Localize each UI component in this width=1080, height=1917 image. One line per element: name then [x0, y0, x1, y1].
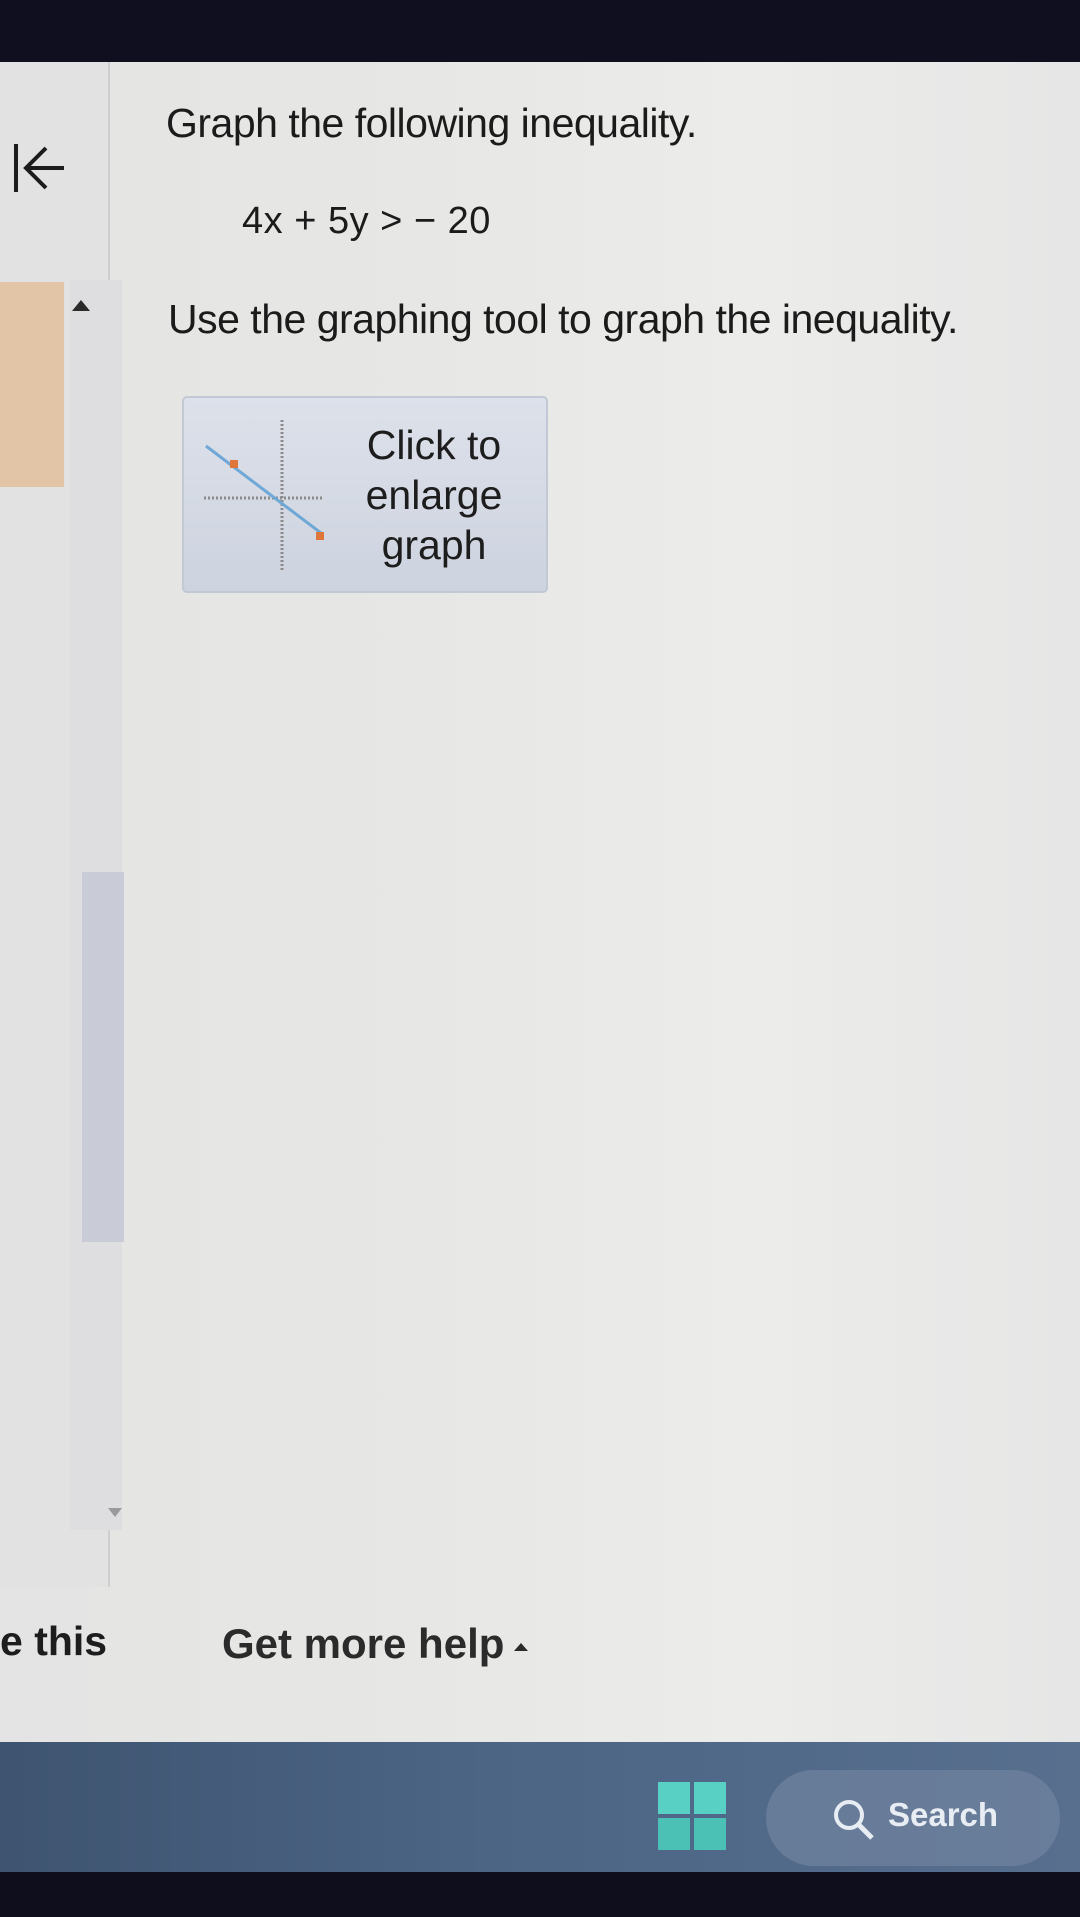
enlarge-graph-label-line: graph [381, 522, 487, 568]
back-to-start-icon[interactable] [8, 138, 68, 198]
scroll-up-arrow-icon[interactable] [72, 300, 90, 311]
get-more-help-label: Get more help [222, 1620, 505, 1667]
search-icon [834, 1800, 874, 1840]
graph-thumbnail-icon [204, 420, 324, 570]
enlarge-graph-button[interactable]: Click to enlarge graph [182, 396, 548, 593]
windows-start-icon[interactable] [656, 1780, 728, 1852]
caret-up-icon [514, 1642, 529, 1651]
question-prompt: Graph the following inequality. [166, 100, 697, 146]
inequality-expression: 4x + 5y > − 20 [242, 200, 491, 242]
cut-off-link-text[interactable]: e this [0, 1618, 107, 1665]
enlarge-graph-label-line: enlarge [365, 472, 503, 518]
enlarge-graph-label-line: Click to [366, 422, 502, 468]
question-instruction: Use the graphing tool to graph the inequ… [168, 296, 958, 342]
enlarge-graph-label: Click to enlarge graph [334, 420, 534, 570]
bottom-bezel [0, 1872, 1080, 1917]
top-bezel [0, 0, 1080, 62]
search-label: Search [888, 1796, 999, 1833]
get-more-help-link[interactable]: Get more help [222, 1620, 529, 1668]
side-tab [0, 282, 64, 487]
scroll-down-arrow-icon[interactable] [108, 1508, 122, 1517]
scrollbar-thumb[interactable] [82, 872, 124, 1242]
